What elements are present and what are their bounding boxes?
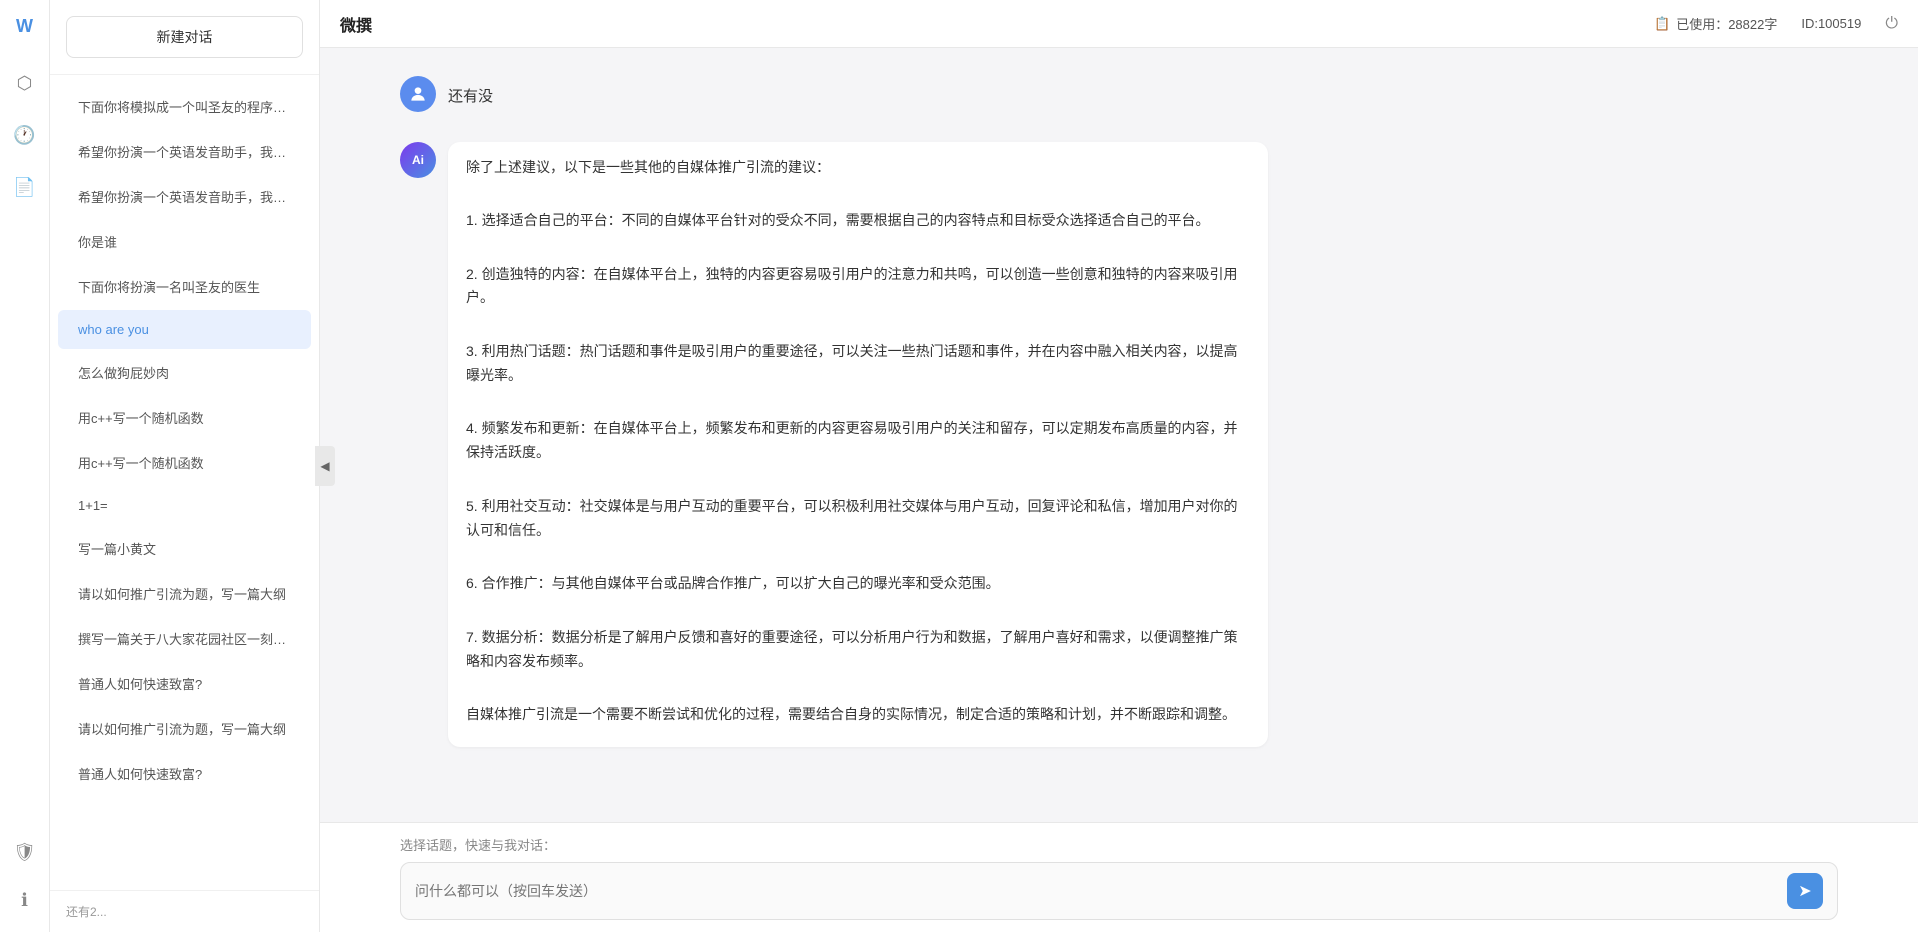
user-message-text: 还有没: [448, 88, 493, 105]
sidebar-item-13[interactable]: 撰写一篇关于八大家花园社区一刻钟便民生...: [58, 617, 311, 660]
nav-icon-home[interactable]: ⬡: [9, 67, 41, 99]
sidebar-item-12[interactable]: 请以如何推广引流为题，写一篇大纲: [58, 572, 311, 615]
ai-avatar-label: Ai: [412, 153, 424, 167]
user-message-bubble: 还有没: [448, 76, 493, 118]
sidebar-item-1[interactable]: 下面你将模拟成一个叫圣友的程序员，我说...: [58, 85, 311, 128]
power-button[interactable]: ⏻: [1885, 15, 1898, 33]
ai-avatar: Ai: [400, 142, 436, 178]
topbar-right: 📋 已使用：28822字 ID:100519 ⏻: [1654, 14, 1898, 33]
sidebar-item-16[interactable]: 普通人如何快速致富?: [58, 752, 311, 795]
app-logo: W: [16, 16, 33, 37]
sidebar-item-10[interactable]: 1+1=: [58, 486, 311, 525]
sidebar-toggle[interactable]: ◀: [315, 446, 335, 486]
sidebar-item-15[interactable]: 请以如何推广引流为题，写一篇大纲: [58, 707, 311, 750]
usage-label: 已使用：28822字: [1676, 14, 1777, 33]
sidebar-item-8[interactable]: 用c++写一个随机函数: [58, 396, 311, 439]
icon-bar: W ⬡ 🕐 📄 🛡 ℹ: [0, 0, 50, 932]
user-id: ID:100519: [1801, 16, 1861, 31]
sidebar-item-7[interactable]: 怎么做狗屁妙肉: [58, 351, 311, 394]
send-button[interactable]: ➤: [1787, 873, 1823, 909]
sidebar-item-3[interactable]: 希望你扮演一个英语发音助手，我提供给你...: [58, 175, 311, 218]
new-chat-button[interactable]: 新建对话: [66, 16, 303, 58]
nav-icon-docs[interactable]: 📄: [9, 171, 41, 203]
input-row: ➤: [400, 862, 1838, 920]
chat-message-assistant: Ai 除了上述建议，以下是一些其他的自媒体推广引流的建议：1. 选择适合自己的平…: [320, 134, 1918, 756]
sidebar-header: 新建对话: [50, 0, 319, 75]
input-area: 选择话题，快速与我对话： ➤: [320, 822, 1918, 932]
sidebar-item-2[interactable]: 希望你扮演一个英语发音助手，我提供给你...: [58, 130, 311, 173]
user-avatar: [400, 76, 436, 112]
usage-icon: 📋: [1654, 16, 1670, 32]
sidebar-list: 下面你将模拟成一个叫圣友的程序员，我说... 希望你扮演一个英语发音助手，我提供…: [50, 75, 319, 890]
chat-input[interactable]: [415, 883, 1787, 899]
page-title: 微撰: [340, 12, 372, 36]
main-content: 微撰 📋 已使用：28822字 ID:100519 ⏻ 还有没: [320, 0, 1918, 932]
sidebar-item-9[interactable]: 用c++写一个随机函数: [58, 441, 311, 484]
nav-icon-history[interactable]: 🕐: [9, 119, 41, 151]
topbar: 微撰 📋 已使用：28822字 ID:100519 ⏻: [320, 0, 1918, 48]
nav-icon-info[interactable]: ℹ: [9, 884, 41, 916]
assistant-message-text: 除了上述建议，以下是一些其他的自媒体推广引流的建议：1. 选择适合自己的平台：不…: [466, 156, 1250, 728]
usage-info: 📋 已使用：28822字: [1654, 14, 1777, 33]
sidebar-item-14[interactable]: 普通人如何快速致富?: [58, 662, 311, 705]
sidebar-item-6[interactable]: who are you: [58, 310, 311, 349]
sidebar: 新建对话 下面你将模拟成一个叫圣友的程序员，我说... 希望你扮演一个英语发音助…: [50, 0, 320, 932]
sidebar-item-4[interactable]: 你是谁: [58, 220, 311, 263]
sidebar-item-11[interactable]: 写一篇小黄文: [58, 527, 311, 570]
chat-message-user: 还有没: [320, 68, 1918, 126]
quick-select-label: 选择话题，快速与我对话：: [400, 835, 1838, 854]
sidebar-item-5[interactable]: 下面你将扮演一名叫圣友的医生: [58, 265, 311, 308]
chat-area: 还有没 Ai 除了上述建议，以下是一些其他的自媒体推广引流的建议：1. 选择适合…: [320, 48, 1918, 822]
nav-icon-shield[interactable]: 🛡: [9, 836, 41, 868]
sidebar-bottom[interactable]: 还有2...: [50, 890, 319, 932]
assistant-message-bubble: 除了上述建议，以下是一些其他的自媒体推广引流的建议：1. 选择适合自己的平台：不…: [448, 142, 1268, 748]
